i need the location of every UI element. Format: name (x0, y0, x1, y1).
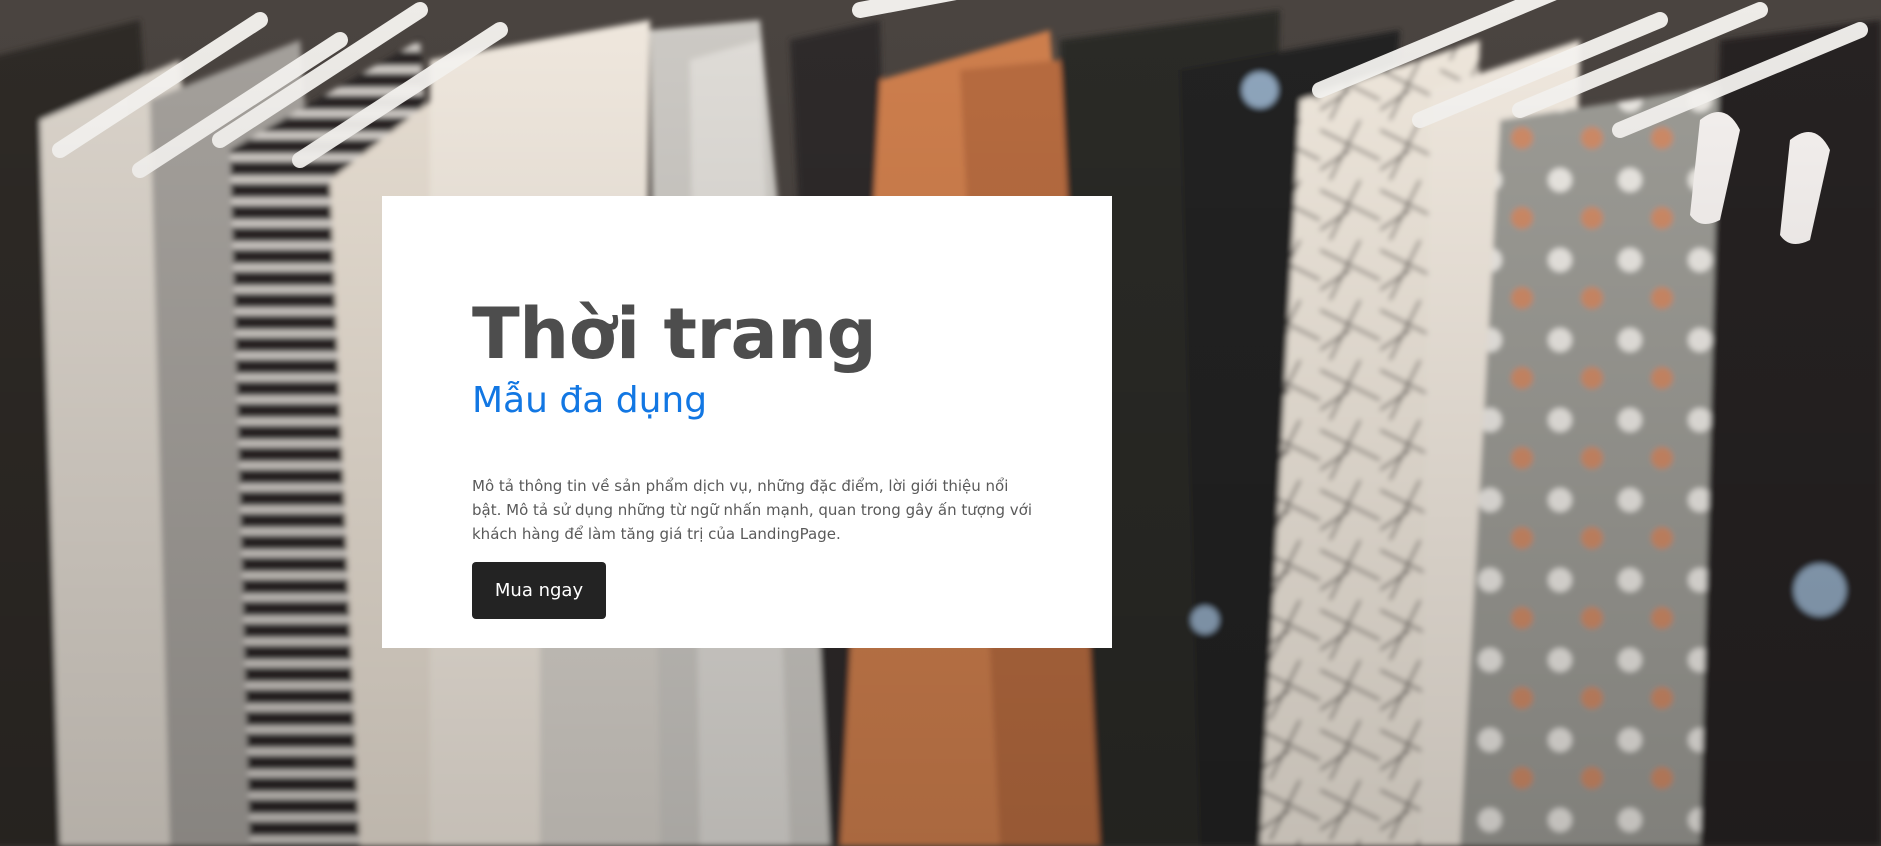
buy-now-button[interactable]: Mua ngay (472, 562, 606, 619)
description-text: Mô tả thông tin về sản phẩm dịch vụ, nhữ… (472, 477, 1032, 543)
promo-card: Thời trang Mẫu đa dụng Mô tả thông tin v… (382, 196, 1112, 648)
page-subtitle: Mẫu đa dụng (472, 380, 708, 421)
hero-section: Thời trang Mẫu đa dụng Mô tả thông tin v… (0, 0, 1881, 846)
page-title: Thời trang (472, 293, 877, 375)
